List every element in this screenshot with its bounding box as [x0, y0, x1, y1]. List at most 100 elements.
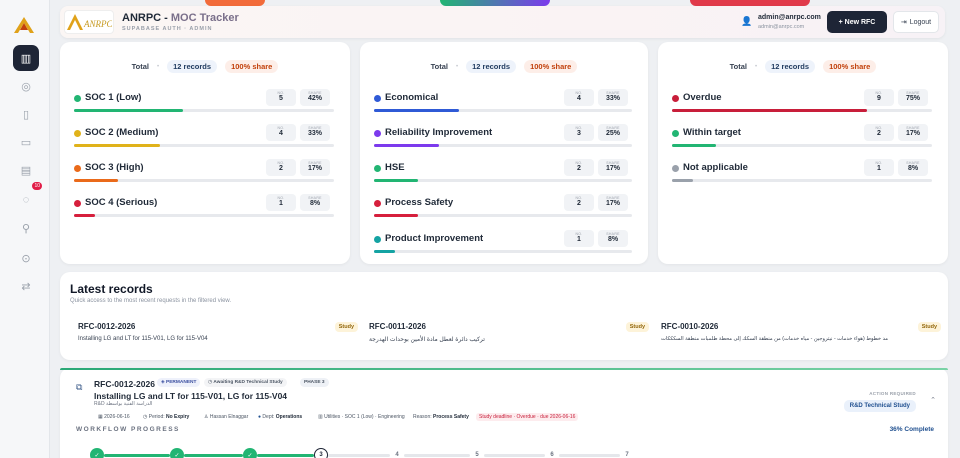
breakdown-row[interactable]: SOC 3 (High) NO. 2 SHARE 17% [74, 159, 334, 189]
latest-record-item[interactable]: RFC-0011-2026 تركيب دائرة لعطل مادة الأم… [369, 322, 649, 346]
count-stat: NO. 9 [864, 89, 894, 106]
breakdown-row[interactable]: Not applicable NO. 1 SHARE 8% [672, 159, 932, 189]
share-stat: SHARE 8% [598, 230, 628, 247]
count-stat: NO. 4 [266, 124, 296, 141]
share-stat: SHARE 17% [598, 194, 628, 211]
breakdown-label: Overdue [683, 92, 722, 103]
workflow-step[interactable]: ✓ [90, 448, 104, 458]
record-description: تركيب دائرة لعطل مادة الأمين بوحدات الهد… [369, 337, 485, 343]
breakdown-row[interactable]: Economical NO. 4 SHARE 33% [374, 89, 632, 119]
series-dot [672, 165, 679, 172]
share-stat: SHARE 42% [300, 89, 330, 106]
share-value: 17% [605, 200, 620, 207]
breakdown-label: Process Safety [385, 197, 454, 208]
breakdown-row[interactable]: Process Safety NO. 2 SHARE 17% [374, 194, 632, 224]
count-value: 4 [577, 95, 581, 102]
count-stat: NO. 2 [564, 159, 594, 176]
breakdown-label: Within target [683, 127, 741, 138]
logout-icon: ⇥ [900, 19, 907, 26]
breakdown-row[interactable]: Overdue NO. 9 SHARE 75% [672, 89, 932, 119]
share-value: 33% [605, 95, 620, 102]
total-label: Total [430, 62, 448, 71]
share-bar [74, 179, 334, 182]
app-logo-icon[interactable] [13, 16, 35, 34]
record-id: RFC-0010-2026 [661, 322, 719, 331]
breakdown-row[interactable]: SOC 4 (Serious) NO. 1 SHARE 8% [74, 194, 334, 224]
share-stat: SHARE 8% [898, 159, 928, 176]
anrpc-logo-icon: ANRPC [67, 14, 112, 30]
person-meta: ♙ Hassan Elnaggar [204, 414, 249, 420]
card-accent [60, 368, 948, 370]
share-value: 33% [307, 130, 322, 137]
count-value: 4 [279, 130, 283, 137]
breakdown-row[interactable]: Reliability Improvement NO. 3 SHARE 25% [374, 124, 632, 154]
sidebar-settings-icon[interactable]: ⊙ [13, 245, 39, 271]
workflow-step[interactable]: 4 [390, 448, 404, 458]
count-value: 1 [877, 165, 881, 172]
breakdown-label: SOC 4 (Serious) [85, 197, 158, 208]
latest-record-item[interactable]: RFC-0012-2026 Installing LG and LT for 1… [78, 322, 358, 346]
count-value: 5 [279, 95, 283, 102]
total-share-badge: 100% share [823, 60, 877, 73]
workflow-step[interactable]: 3 [314, 448, 328, 458]
chevron-up-icon[interactable]: ⌃ [930, 396, 936, 404]
workflow-connector [559, 454, 620, 457]
breakdown-label: HSE [385, 162, 405, 173]
sidebar-swap-icon[interactable]: ⇄ [13, 273, 39, 299]
breakdown-row[interactable]: SOC 1 (Low) NO. 5 SHARE 42% [74, 89, 334, 119]
total-label: Total [131, 62, 149, 71]
new-rfc-button[interactable]: + New RFC [827, 11, 887, 33]
share-bar [74, 109, 334, 112]
series-dot [74, 130, 81, 137]
total-share-badge: 100% share [225, 60, 279, 73]
brand-logo[interactable]: ANRPC [64, 10, 114, 34]
workflow-connector [104, 454, 170, 457]
sidebar-documents-icon[interactable]: ▯ [13, 101, 39, 127]
total-row: Total • 12 records 100% share [360, 60, 648, 73]
sidebar-tools-icon[interactable]: ⚲ [13, 215, 39, 241]
breakdown-row[interactable]: SOC 2 (Medium) NO. 4 SHARE 33% [74, 124, 334, 154]
sidebar-folder-icon[interactable]: ▭ [13, 129, 39, 155]
sidebar-dashboard-icon[interactable]: ▥ [13, 45, 39, 71]
workflow-step[interactable]: 6 [545, 448, 559, 458]
workflow-step[interactable]: 5 [470, 448, 484, 458]
sidebar-file-icon[interactable]: ▤ [13, 157, 39, 183]
workflow-step[interactable]: ✓ [243, 448, 257, 458]
share-bar-fill [74, 109, 184, 112]
action-required-label: ACTION REQUIRED [869, 391, 916, 396]
deadline-badge: Study deadline · Overdue · due 2026-06-1… [476, 413, 579, 421]
separator-dot: • [157, 63, 160, 70]
breakdown-row[interactable]: HSE NO. 2 SHARE 17% [374, 159, 632, 189]
sidebar-analytics-icon[interactable]: ◎ [13, 73, 39, 99]
share-value: 17% [905, 130, 920, 137]
share-bar-fill [74, 144, 160, 147]
breakdown-row[interactable]: Product Improvement NO. 1 SHARE 8% [374, 230, 632, 260]
share-stat: SHARE 17% [898, 124, 928, 141]
breakdown-label: Not applicable [683, 162, 748, 173]
latest-record-item[interactable]: RFC-0010-2026 مد خطوط (هواء خدمات - نيتر… [661, 322, 941, 346]
logout-button[interactable]: ⇥ Logout [893, 11, 939, 33]
action-required-button[interactable]: R&D Technical Study [843, 400, 916, 412]
workflow-step[interactable]: 7 [620, 448, 634, 458]
breakdown-label: SOC 1 (Low) [85, 92, 142, 103]
total-label: Total [729, 62, 747, 71]
breakdown-row[interactable]: Within target NO. 2 SHARE 17% [672, 124, 932, 154]
total-share-badge: 100% share [524, 60, 578, 73]
total-records-badge: 12 records [765, 60, 816, 73]
breakdown-label: Economical [385, 92, 439, 103]
category-distribution-card: Total • 12 records 100% share Economical NO. 4… [360, 42, 648, 264]
user-icon: 👤 [741, 16, 753, 26]
soc-distribution-card: Total • 12 records 100% share SOC 1 (Low) NO.… [60, 42, 350, 264]
count-stat: NO. 3 [564, 124, 594, 141]
share-stat: SHARE 17% [300, 159, 330, 176]
share-bar [74, 144, 334, 147]
share-value: 17% [605, 165, 620, 172]
sidebar-notifications-icon[interactable]: ◌ 10 [13, 182, 42, 213]
share-bar-fill [374, 109, 460, 112]
workflow-step[interactable]: ✓ [170, 448, 184, 458]
share-bar [74, 214, 334, 217]
rfc-id[interactable]: RFC-0012-2026 [94, 379, 155, 389]
count-value: 2 [577, 165, 581, 172]
share-bar [374, 144, 632, 147]
share-bar-fill [374, 179, 418, 182]
